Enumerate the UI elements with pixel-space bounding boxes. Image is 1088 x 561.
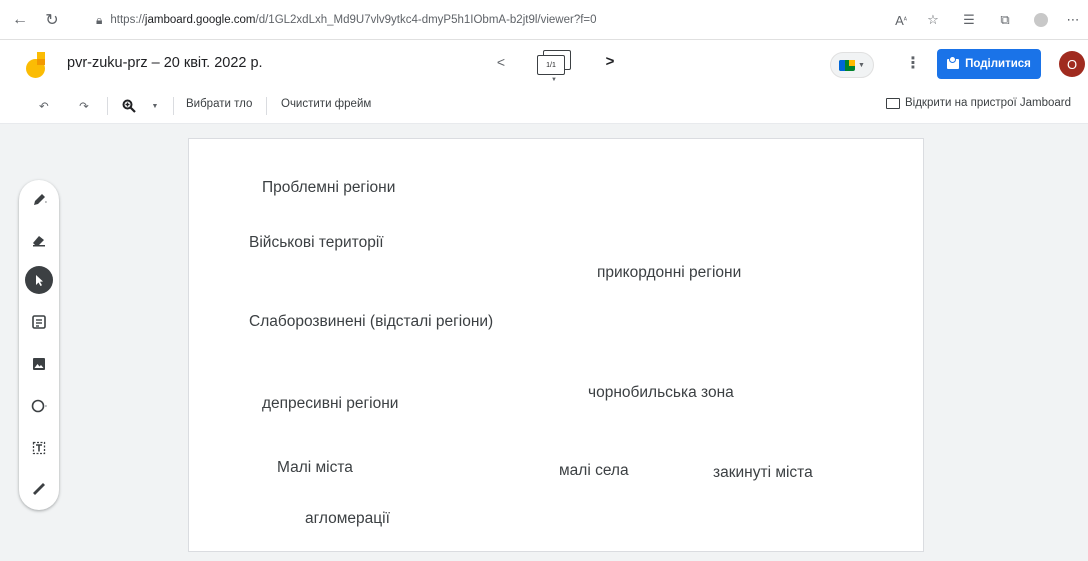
reload-icon[interactable]: ↻ (40, 8, 64, 32)
select-tool[interactable] (25, 266, 53, 294)
circle-shape-tool[interactable] (25, 392, 53, 420)
share-label: Поділитися (965, 58, 1031, 70)
sticky-note-tool[interactable] (25, 308, 53, 336)
jamboard-canvas[interactable]: Проблемні регіони Військові території пр… (189, 139, 923, 551)
text-box[interactable]: депресивні регіони (262, 395, 398, 413)
redo-icon[interactable]: ↷ (73, 96, 95, 116)
text-box[interactable]: Слаборозвинені (відсталі регіони) (249, 313, 493, 331)
frame-counter: 1/1 (537, 55, 565, 75)
collections-icon[interactable]: ⧉ (994, 9, 1016, 31)
previous-frame-button[interactable]: < (489, 54, 513, 74)
more-icon[interactable]: ⋯ (1062, 9, 1084, 31)
set-background-button[interactable]: Вибрати тло (186, 98, 252, 110)
open-on-device-button[interactable]: Відкрити на пристрої Jamboard (886, 97, 1071, 109)
more-options-button[interactable]: ⋮ (905, 53, 921, 75)
tool-palette (19, 180, 59, 510)
url-path: /d/1GL2xdLxh_Md9U7vlv9ytkc4-dmyP5h1IObmA… (255, 14, 597, 26)
meet-button[interactable]: ▼ (830, 52, 874, 78)
chevron-down-icon: ▼ (551, 77, 557, 83)
share-icon (947, 56, 960, 69)
pen-tool[interactable] (25, 186, 53, 214)
text-box[interactable]: чорнобильська зона (588, 384, 734, 402)
text-box[interactable]: Проблемні регіони (262, 179, 395, 197)
url-prefix: https:// (110, 14, 145, 26)
open-on-device-label: Відкрити на пристрої Jamboard (905, 97, 1071, 109)
text-box[interactable]: малі села (559, 462, 629, 480)
divider (107, 97, 108, 115)
avatar[interactable]: O (1059, 51, 1085, 77)
back-arrow-icon[interactable]: ← (8, 8, 32, 32)
text-box[interactable]: Малі міста (277, 459, 353, 477)
read-aloud-icon[interactable]: Aᴬ (890, 9, 912, 31)
chevron-down-icon: ▼ (858, 61, 865, 69)
device-icon (886, 97, 900, 109)
edit-toolbar: ↶ ↷ ▼ Вибрати тло Очистити фрейм Відкрит… (0, 88, 1088, 124)
image-tool[interactable] (25, 350, 53, 378)
add-favorite-icon[interactable]: ☆ (922, 9, 944, 31)
app-header: pvr-zuku-prz – 20 квіт. 2022 р. < 1/1 ▼ … (0, 40, 1088, 88)
text-box-tool[interactable] (25, 434, 53, 462)
share-button[interactable]: Поділитися (937, 49, 1041, 79)
address-bar[interactable]: 🔒︎ https://jamboard.google.com/d/1GL2xdL… (96, 6, 856, 34)
zoom-dropdown-icon[interactable]: ▼ (148, 96, 162, 116)
profile-icon[interactable] (1030, 9, 1052, 31)
text-box[interactable]: Військові території (249, 234, 384, 252)
favorites-icon[interactable]: ☰ (958, 9, 980, 31)
meet-icon (839, 59, 856, 71)
eraser-tool[interactable] (25, 226, 53, 254)
text-box[interactable]: закинуті міста (713, 464, 813, 482)
zoom-icon[interactable] (118, 96, 140, 116)
next-frame-button[interactable]: > (598, 53, 622, 73)
laser-tool[interactable] (25, 474, 53, 502)
undo-icon[interactable]: ↶ (33, 96, 55, 116)
url-host: jamboard.google.com (144, 14, 256, 26)
divider (266, 97, 267, 115)
document-title[interactable]: pvr-zuku-prz – 20 квіт. 2022 р. (67, 55, 263, 71)
lock-icon: 🔒︎ (96, 12, 103, 27)
browser-toolbar: ← ↻ 🔒︎ https://jamboard.google.com/d/1GL… (0, 0, 1088, 40)
divider (173, 97, 174, 115)
jamboard-logo-icon[interactable] (26, 52, 46, 78)
clear-frame-button[interactable]: Очистити фрейм (281, 98, 371, 110)
text-box[interactable]: прикордонні регіони (597, 264, 741, 282)
frame-bar-button[interactable]: 1/1 ▼ (537, 50, 573, 83)
text-box[interactable]: агломерації (305, 510, 390, 528)
